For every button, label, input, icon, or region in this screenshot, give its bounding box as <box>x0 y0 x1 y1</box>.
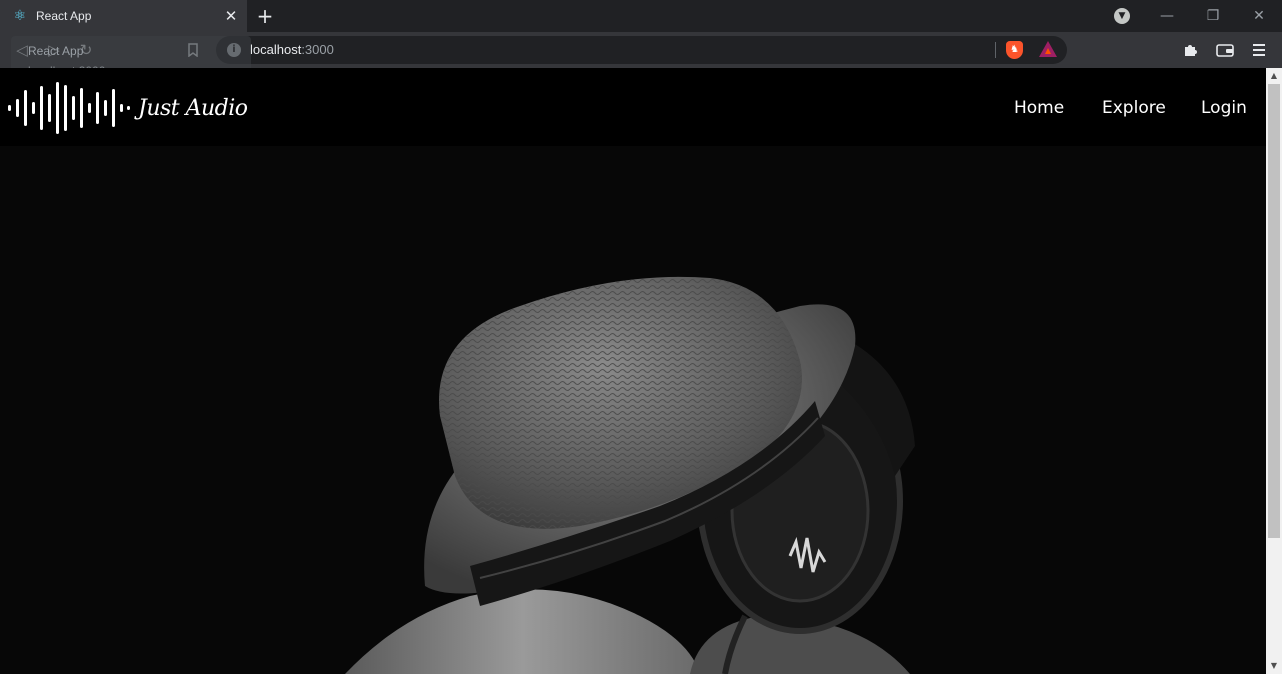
bat-rewards-icon-inner <box>1045 48 1051 54</box>
nav-explore[interactable]: Explore <box>1102 98 1166 118</box>
page-viewport: Just Audio Home Explore Login <box>0 68 1266 674</box>
face-shape <box>345 589 700 674</box>
nav-login[interactable]: Login <box>1201 98 1247 118</box>
tab-react-app[interactable]: ⚛ React App ✕ <box>0 0 247 32</box>
omnibox-divider <box>995 42 996 58</box>
menu-icon[interactable] <box>1247 38 1271 62</box>
site-navbar: Just Audio Home Explore Login <box>0 68 1266 146</box>
scroll-down-icon[interactable]: ▼ <box>1266 658 1282 674</box>
address-bar[interactable]: i localhost:3000 ♞ <box>216 36 1067 64</box>
new-tab-button[interactable]: + <box>254 4 276 28</box>
tooltip-title: React App <box>28 44 84 58</box>
brave-shield-icon[interactable]: ♞ <box>1006 41 1023 59</box>
tab-search-icon[interactable]: ▼ <box>1114 8 1130 24</box>
puzzle-icon[interactable] <box>1179 38 1203 62</box>
nav-home[interactable]: Home <box>1014 98 1064 118</box>
url-text[interactable]: localhost:3000 <box>250 42 334 57</box>
close-window-button[interactable]: ✕ <box>1245 4 1273 28</box>
tab-title: React App <box>36 9 92 23</box>
vertical-scrollbar[interactable]: ▲ ▼ <box>1266 68 1282 674</box>
url-port: :3000 <box>301 42 334 57</box>
scroll-up-icon[interactable]: ▲ <box>1266 68 1282 84</box>
restore-button[interactable]: ❐ <box>1199 4 1227 28</box>
tab-close-icon[interactable]: ✕ <box>221 6 241 26</box>
url-host: localhost <box>250 42 302 57</box>
react-icon: ⚛ <box>13 8 27 24</box>
scroll-thumb[interactable] <box>1268 84 1280 538</box>
brand-name: Just Audio <box>138 96 248 121</box>
minimize-button[interactable]: — <box>1153 4 1181 28</box>
tab-strip: ⚛ React App ✕ + ▼ — ❐ ✕ <box>0 0 1282 32</box>
hero-image <box>0 146 1266 674</box>
wallet-icon[interactable] <box>1213 38 1237 62</box>
soundwave-icon <box>8 82 130 134</box>
